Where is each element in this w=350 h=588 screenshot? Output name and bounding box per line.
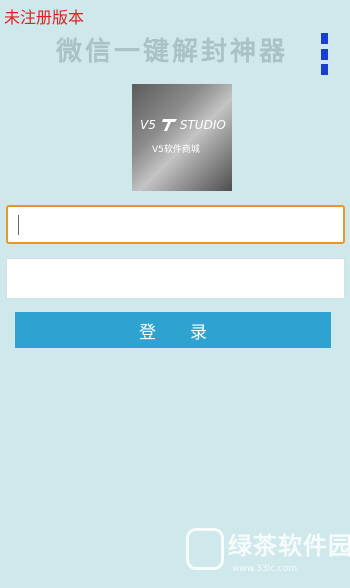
logo-subtitle: V5软件商城	[152, 145, 200, 155]
logo-studio-text: STUDIO	[179, 118, 226, 132]
menu-icon-bar	[321, 48, 328, 60]
text-caret	[18, 215, 19, 235]
watermark-title: 绿茶软件园	[228, 532, 350, 560]
watermark-logo-icon	[186, 528, 224, 570]
app-title: 微信一键解封神器	[56, 37, 289, 67]
login-button[interactable]: 登录	[15, 312, 331, 348]
menu-icon-bar	[321, 33, 328, 44]
studio-logo-icon	[161, 119, 177, 131]
studio-logo-row: V5 STUDIO	[140, 118, 226, 132]
account-input[interactable]	[6, 205, 345, 244]
unregistered-version-label: 未注册版本	[4, 8, 85, 27]
menu-icon-bar	[321, 64, 328, 75]
studio-logo: V5 STUDIO V5软件商城	[132, 84, 232, 191]
watermark: 绿茶软件园 www.33lc.com	[186, 526, 350, 582]
menu-icon[interactable]	[321, 33, 329, 75]
logo-v5-text: V5	[140, 118, 156, 132]
password-input[interactable]	[6, 258, 345, 299]
watermark-url: www.33lc.com	[232, 564, 298, 574]
